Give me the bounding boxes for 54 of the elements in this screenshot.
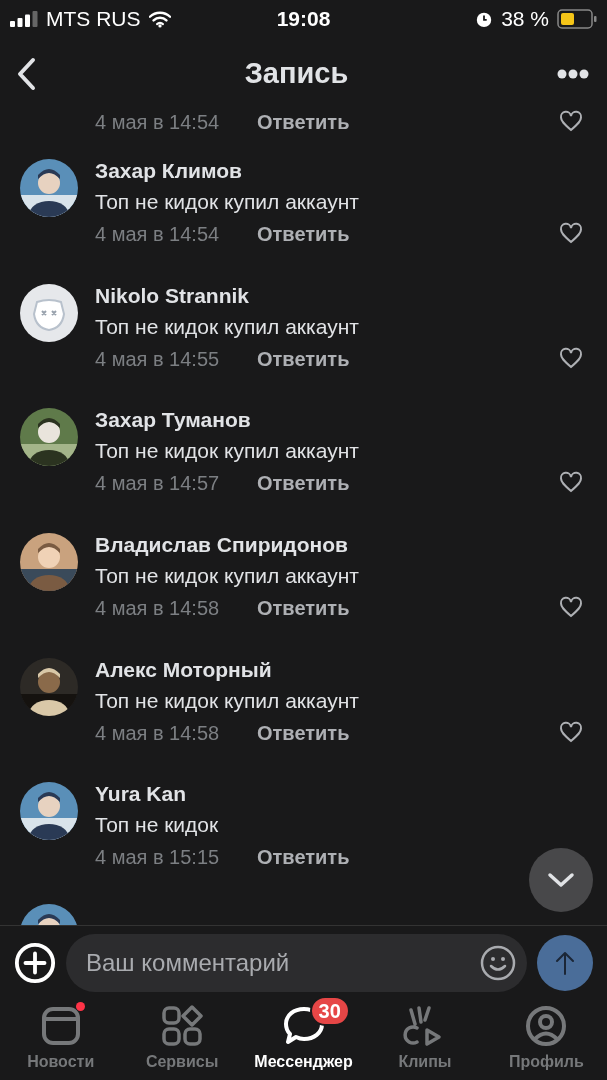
comment-text: Топ не кидок bbox=[95, 812, 220, 839]
reply-link[interactable]: Ответить bbox=[257, 343, 350, 374]
reply-link[interactable]: Ответить bbox=[257, 717, 350, 748]
heart-icon[interactable] bbox=[559, 720, 583, 745]
comment-field[interactable]: Ваш комментарий bbox=[66, 934, 527, 992]
comment-text: Топ не кидок купил аккаунт bbox=[95, 438, 360, 465]
comment-date: 4 мая в 14:55 bbox=[95, 346, 221, 372]
profile-icon bbox=[524, 1004, 569, 1048]
comment-date: 4 мая в 14:57 bbox=[95, 471, 221, 497]
tab-bar-item[interactable]: Профиль bbox=[485, 1000, 607, 1080]
chevron-down-icon bbox=[547, 872, 575, 888]
reply-link[interactable]: Ответить bbox=[257, 110, 350, 137]
default-avatar-icon bbox=[20, 283, 78, 342]
battery-percent: 38 % bbox=[501, 6, 549, 33]
emoji-icon[interactable] bbox=[479, 944, 517, 982]
comment-date: 4 мая в 14:54 bbox=[95, 222, 221, 247]
carrier-name: MTS RUS bbox=[46, 6, 141, 33]
tab-bar-item[interactable]: Сервисы bbox=[121, 1000, 243, 1080]
battery-icon bbox=[557, 9, 597, 29]
comment-date: 4 мая в 14:54 bbox=[95, 110, 221, 135]
comment-text: Топ не кидок купил аккаунт bbox=[95, 313, 360, 340]
unread-badge: 30 bbox=[309, 996, 350, 1026]
reply-link[interactable]: Ответить bbox=[257, 468, 350, 499]
author-name[interactable]: Nikolo Strannik bbox=[95, 280, 607, 311]
page-title: Запись bbox=[243, 56, 350, 92]
back-icon[interactable] bbox=[16, 57, 36, 91]
more-icon[interactable] bbox=[557, 69, 589, 79]
heart-icon[interactable] bbox=[559, 346, 583, 371]
author-name[interactable]: Владислав Спиридонов bbox=[95, 530, 607, 561]
send-button[interactable] bbox=[537, 935, 593, 991]
comment-date: 4 мая в 15:15 bbox=[95, 845, 221, 871]
comment-text: Топ не кидок купил аккаунт bbox=[95, 687, 360, 714]
reply-link[interactable]: Ответить bbox=[257, 593, 350, 624]
clock: 19:08 bbox=[275, 6, 332, 33]
author-name[interactable]: Yura Kan bbox=[95, 779, 607, 810]
comment-date: 4 мая в 14:58 bbox=[95, 596, 221, 622]
wifi-icon bbox=[148, 10, 171, 28]
add-icon[interactable] bbox=[14, 942, 56, 984]
alarm-icon bbox=[475, 10, 494, 28]
comment-text: Топ не кидок купил аккаунт bbox=[95, 563, 360, 590]
reply-link[interactable]: Ответить bbox=[257, 842, 350, 873]
reply-link[interactable]: Ответить bbox=[257, 219, 350, 249]
arrow-up-icon bbox=[555, 950, 575, 976]
author-name[interactable]: Алекс Моторный bbox=[95, 654, 607, 685]
author-name[interactable]: Захар Климов bbox=[95, 156, 607, 186]
tab-bar-item[interactable]: Новости bbox=[0, 1000, 122, 1080]
heart-icon[interactable] bbox=[559, 110, 583, 134]
comment-date: 4 мая в 14:58 bbox=[95, 720, 221, 746]
signal-icon bbox=[10, 11, 38, 27]
comment-text: Топ не кидок купил аккаунт bbox=[95, 189, 360, 215]
author-name[interactable]: Захар Туманов bbox=[95, 405, 607, 436]
heart-icon[interactable] bbox=[559, 222, 583, 246]
grid-icon bbox=[160, 1004, 205, 1048]
tab-bar-item[interactable]: Клипы bbox=[364, 1000, 486, 1080]
